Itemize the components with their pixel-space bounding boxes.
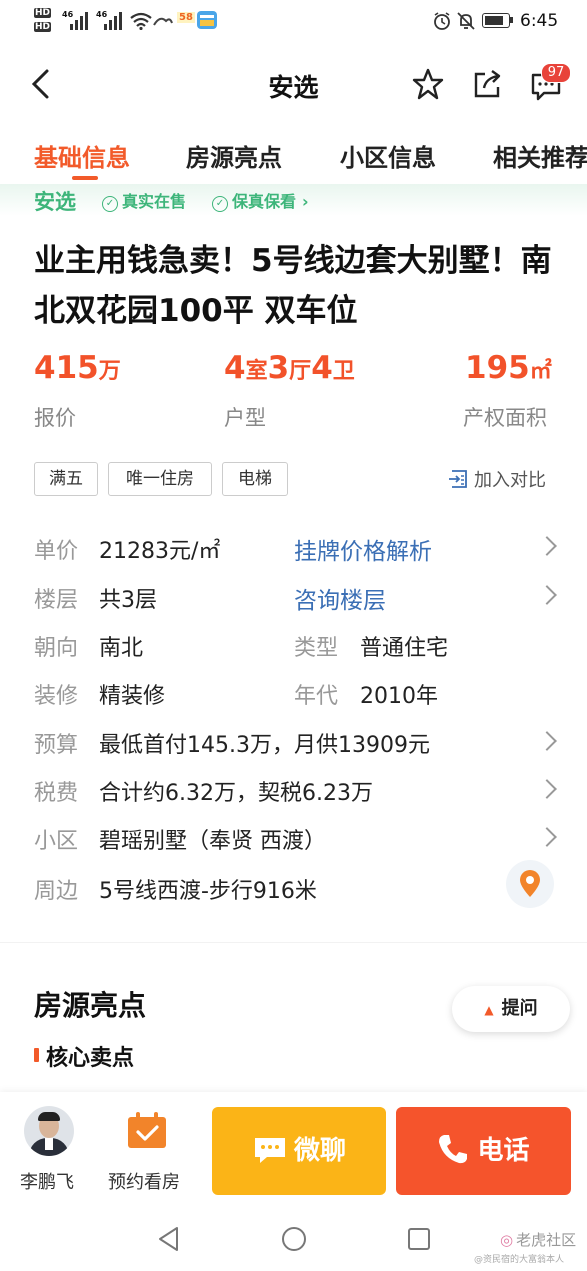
verify-item-guarantee[interactable]: ✓ 保真保看 › (212, 188, 309, 212)
alarm-icon (434, 12, 450, 30)
tag-item: 电梯 (222, 462, 288, 496)
layout-value: 4室3厅4卫 (224, 350, 355, 386)
message-count-badge: 97 (541, 63, 571, 83)
highlights-section-title: 房源亮点 (34, 989, 147, 1022)
avatar[interactable] (24, 1106, 74, 1156)
year-label: 年代 (294, 684, 339, 709)
system-recents-icon[interactable] (407, 1227, 431, 1251)
divider (0, 942, 587, 943)
share-icon[interactable] (472, 68, 504, 100)
signal-icon (104, 12, 122, 30)
location-pin-icon (520, 870, 540, 897)
anxuan-brand: 安选 (34, 190, 76, 214)
triangle-up-icon: ▲ (484, 1003, 494, 1017)
phone-icon (439, 1135, 468, 1164)
floor-label: 楼层 (34, 588, 79, 613)
floor-value: 共3层 (99, 588, 157, 613)
hd2-badge: HD (34, 22, 52, 32)
ask-question-button[interactable]: ▲ 提问 (452, 986, 570, 1032)
wifi-icon (130, 12, 152, 30)
watermark-line1: ◎ 老虎社区 (500, 1231, 577, 1249)
price-label: 报价 (34, 406, 76, 430)
decoration-value: 精装修 (99, 684, 166, 709)
bottom-action-bar: 李鹏飞 预约看房 微聊 电话 (0, 1092, 587, 1202)
phone-call-button[interactable]: 电话 (396, 1107, 571, 1195)
appointment-label[interactable]: 预约看房 (108, 1168, 180, 1194)
unit-price-value: 21283元/㎡ (99, 539, 221, 564)
orientation-value: 南北 (99, 636, 144, 661)
chevron-right-icon: › (302, 192, 309, 211)
community-label: 小区 (34, 829, 79, 854)
agent-name[interactable]: 李鹏飞 (20, 1168, 74, 1194)
check-icon: ✓ (102, 196, 118, 212)
chevron-right-icon[interactable] (537, 779, 557, 799)
area-value: 195㎡ (465, 350, 552, 386)
tag-item: 唯一住房 (108, 462, 212, 496)
unit-price-label: 单价 (34, 539, 79, 564)
area-label: 产权面积 (463, 406, 547, 430)
wechat-chat-button[interactable]: 微聊 (212, 1107, 386, 1195)
tab-basic-info[interactable]: 基础信息 (34, 138, 130, 173)
watermark-line2: @资民宿的大富翁本人 (474, 1255, 565, 1265)
check-icon: ✓ (212, 196, 228, 212)
nearby-label: 周边 (34, 879, 79, 904)
community-value[interactable]: 碧瑶别墅（奉贤 西渡） (99, 823, 326, 855)
hd-indicators: HD HD (34, 6, 52, 32)
calendar-app-icon (197, 11, 217, 29)
verify-item-real: ✓ 真实在售 (102, 188, 186, 212)
tag-item: 满五 (34, 462, 98, 496)
chevron-right-icon[interactable] (537, 536, 557, 556)
tab-related[interactable]: 相关推荐 (493, 138, 587, 173)
year-value: 2010年 (360, 684, 438, 709)
nav-bar: 安选 97 (0, 44, 587, 124)
tax-value[interactable]: 合计约6.32万，契税6.23万 (99, 775, 373, 807)
system-back-icon[interactable] (157, 1226, 181, 1252)
map-location-button[interactable] (506, 860, 554, 908)
tiger-logo-icon: ◎ (500, 1231, 514, 1249)
tab-highlights[interactable]: 房源亮点 (186, 138, 282, 173)
status-bar: HD HD 46 46 58 6:45 (0, 0, 587, 44)
listing-title: 业主用钱急卖！5号线边套大别墅！南北双花园100平 双车位 (34, 243, 552, 329)
chevron-right-icon[interactable] (537, 827, 557, 847)
type-label: 类型 (294, 636, 339, 661)
decoration-label: 装修 (34, 684, 79, 709)
tab-community-info[interactable]: 小区信息 (340, 138, 436, 173)
consult-floor-link[interactable]: 咨询楼层 (294, 581, 386, 615)
section-accent-bar (34, 1048, 39, 1062)
core-selling-points-title: 核心卖点 (46, 1046, 135, 1071)
calendar-icon[interactable] (126, 1110, 168, 1150)
app-notification-icon (153, 17, 173, 26)
clock: 6:45 (520, 11, 559, 31)
nearby-value: 5号线西渡-步行916米 (99, 879, 317, 904)
orientation-label: 朝向 (34, 636, 79, 661)
add-compare-button[interactable]: 加入对比 (448, 466, 546, 492)
price-analysis-link[interactable]: 挂牌价格解析 (294, 532, 432, 566)
active-tab-indicator (72, 176, 98, 180)
chevron-right-icon[interactable] (537, 585, 557, 605)
price-value: 415万 (34, 350, 121, 386)
star-icon[interactable] (412, 68, 444, 100)
chat-bubble-icon (254, 1138, 285, 1163)
chevron-right-icon[interactable] (537, 731, 557, 751)
layout-label: 户型 (224, 406, 266, 430)
budget-value[interactable]: 最低首付145.3万，月供13909元 (99, 727, 430, 759)
battery-icon (482, 13, 510, 28)
type-value: 普通住宅 (360, 636, 449, 661)
budget-label: 预算 (34, 733, 79, 758)
hd1-badge: HD (34, 8, 52, 18)
system-nav-bar: ◎ 老虎社区 @资民宿的大富翁本人 (0, 1202, 587, 1271)
tax-label: 税费 (34, 781, 79, 806)
compare-icon (449, 470, 467, 488)
system-home-icon[interactable] (281, 1226, 307, 1252)
app-badge: 58 (177, 12, 195, 23)
mute-icon (457, 12, 475, 30)
signal-icon (70, 12, 88, 30)
